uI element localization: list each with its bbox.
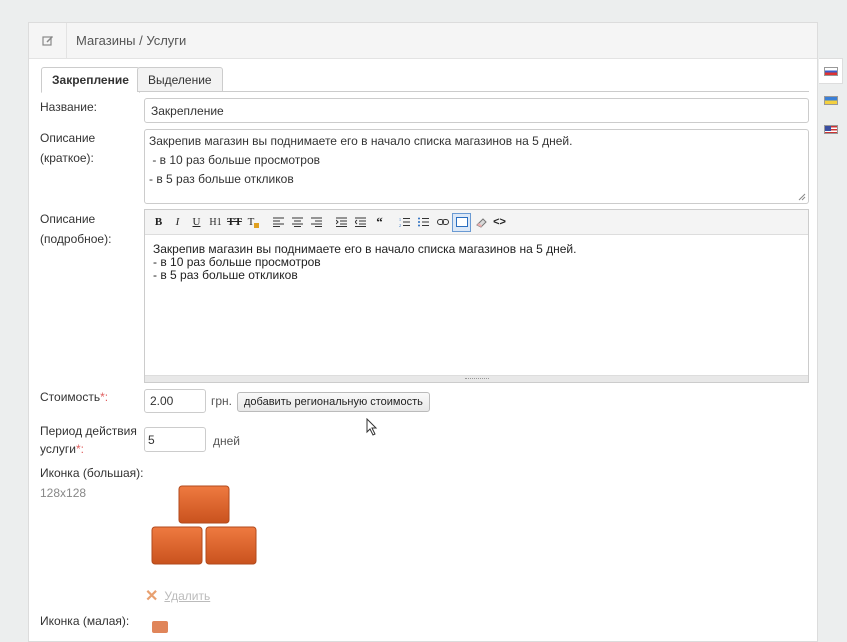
full-desc-label-line1: Описание bbox=[40, 212, 96, 226]
name-label: Название: bbox=[40, 100, 97, 114]
fullscreen-icon[interactable] bbox=[452, 212, 471, 232]
price-label-text: Стоимость bbox=[40, 390, 101, 404]
period-label: Период действия услуги*: bbox=[40, 422, 137, 458]
en-flag-icon bbox=[824, 124, 838, 134]
underline-icon[interactable]: U bbox=[187, 213, 206, 232]
big-icon-size: 128x128 bbox=[40, 486, 87, 500]
edit-icon bbox=[29, 22, 67, 59]
price-input[interactable] bbox=[144, 389, 206, 413]
small-icon-label: Иконка (малая): bbox=[40, 614, 130, 628]
italic-icon[interactable]: I bbox=[168, 213, 187, 232]
language-tabs bbox=[819, 58, 843, 145]
align-left-icon[interactable] bbox=[269, 213, 288, 232]
full-desc-label: Описание (подробное): bbox=[40, 209, 111, 249]
tab-highlight[interactable]: Выделение bbox=[137, 67, 223, 92]
add-regional-price-button[interactable]: добавить региональную стоимость bbox=[237, 392, 430, 412]
editor-resize-bar[interactable] bbox=[145, 375, 808, 382]
ordered-list-icon[interactable]: 12 bbox=[395, 213, 414, 232]
price-unit: грн. bbox=[211, 394, 233, 408]
period-label-line2: услуги bbox=[40, 442, 76, 456]
delete-big-icon-link[interactable]: ✕ Удалить bbox=[145, 586, 210, 606]
lang-tab-ua[interactable] bbox=[819, 87, 843, 113]
short-desc-line: - в 10 раз больше просмотров bbox=[149, 153, 320, 167]
delete-label: Удалить bbox=[164, 589, 211, 603]
close-icon: ✕ bbox=[145, 588, 159, 605]
text-color-icon[interactable]: T bbox=[244, 213, 263, 232]
h1-icon[interactable]: H1 bbox=[206, 213, 225, 232]
panel-header: Магазины / Услуги bbox=[29, 22, 817, 59]
editor-content[interactable]: Закрепив магазин вы поднимаете его в нач… bbox=[145, 235, 808, 290]
cursor-icon bbox=[366, 418, 378, 436]
short-desc-line: - в 5 раз больше откликов bbox=[149, 172, 294, 186]
resize-handle-icon[interactable] bbox=[798, 193, 806, 201]
period-unit: дней bbox=[213, 434, 241, 448]
big-icon-label-text: Иконка (большая): bbox=[40, 466, 144, 480]
lang-tab-en[interactable] bbox=[819, 116, 843, 142]
link-icon[interactable] bbox=[433, 213, 452, 232]
name-input[interactable] bbox=[144, 98, 809, 123]
editor-toolbar: B I U H1 TT T “ 12 <> bbox=[145, 210, 808, 235]
tab-pin[interactable]: Закрепление bbox=[41, 67, 140, 93]
page-title: Магазины / Услуги bbox=[76, 33, 187, 48]
ua-flag-icon bbox=[824, 95, 838, 105]
outdent-icon[interactable] bbox=[351, 213, 370, 232]
align-center-icon[interactable] bbox=[288, 213, 307, 232]
rich-text-editor: B I U H1 TT T “ 12 <> Закрепив магазин в… bbox=[144, 209, 809, 383]
edit-panel: Магазины / Услуги Закрепление Выделение … bbox=[28, 22, 818, 642]
svg-text:1: 1 bbox=[399, 217, 401, 222]
required-mark: *: bbox=[75, 442, 84, 456]
full-desc-label-line2: (подробное): bbox=[40, 232, 112, 246]
big-icon-label: Иконка (большая): 128x128 bbox=[40, 463, 144, 503]
price-label: Стоимость*: bbox=[40, 387, 108, 407]
period-input[interactable] bbox=[144, 427, 206, 452]
tab-bar: Закрепление Выделение bbox=[41, 67, 809, 93]
short-desc-label-line1: Описание bbox=[40, 131, 96, 145]
required-mark: *: bbox=[100, 390, 109, 404]
short-desc-line: Закрепив магазин вы поднимаете его в нач… bbox=[149, 134, 573, 148]
align-right-icon[interactable] bbox=[307, 213, 326, 232]
small-brick-icon bbox=[152, 621, 168, 633]
short-desc-label: Описание (краткое): bbox=[40, 128, 95, 168]
short-desc-label-line2: (краткое): bbox=[40, 151, 94, 165]
source-code-icon[interactable]: <> bbox=[490, 213, 509, 232]
blockquote-icon[interactable]: “ bbox=[370, 213, 389, 232]
unordered-list-icon[interactable] bbox=[414, 213, 433, 232]
short-desc-textarea[interactable]: Закрепив магазин вы поднимаете его в нач… bbox=[144, 129, 809, 204]
svg-text:2: 2 bbox=[399, 223, 401, 227]
ru-flag-icon bbox=[823, 66, 838, 76]
indent-icon[interactable] bbox=[332, 213, 351, 232]
lang-tab-ru[interactable] bbox=[819, 58, 843, 84]
bricks-icon bbox=[151, 485, 257, 565]
period-label-line1: Период действия bbox=[40, 424, 137, 438]
editor-line: - в 5 раз больше откликов bbox=[153, 268, 298, 282]
bold-icon[interactable]: B bbox=[149, 213, 168, 232]
eraser-icon[interactable] bbox=[471, 213, 490, 232]
strikethrough-icon[interactable]: TT bbox=[225, 213, 244, 232]
grip-icon bbox=[465, 378, 489, 380]
